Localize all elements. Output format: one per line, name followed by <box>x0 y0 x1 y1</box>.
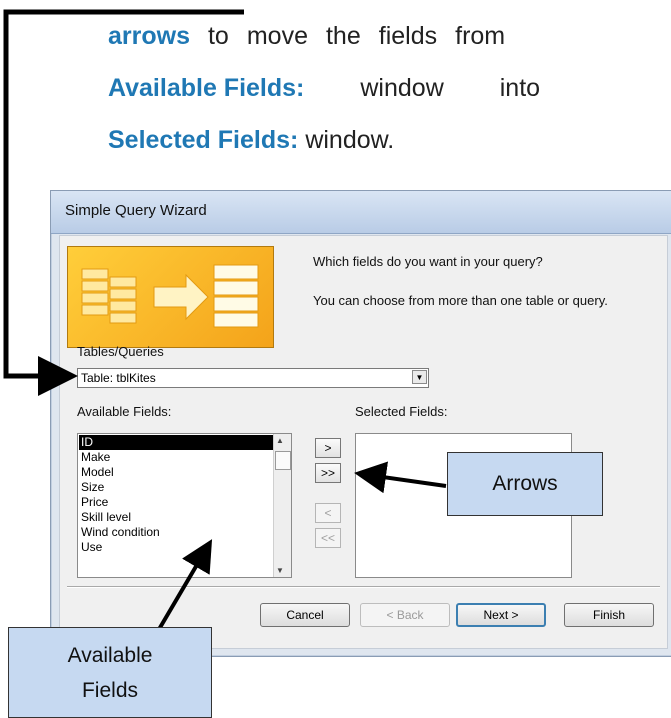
bracket-arrow <box>3 9 244 396</box>
arrows-callout: Arrows <box>447 452 603 516</box>
callout-line: Available <box>67 644 153 667</box>
arrows-callout-pointer <box>354 461 447 494</box>
available-fields-callout: Available Fields <box>8 627 212 718</box>
annotation-overlay <box>3 9 447 633</box>
available-callout-pointer <box>156 539 213 633</box>
callout-line: Fields <box>81 679 139 702</box>
